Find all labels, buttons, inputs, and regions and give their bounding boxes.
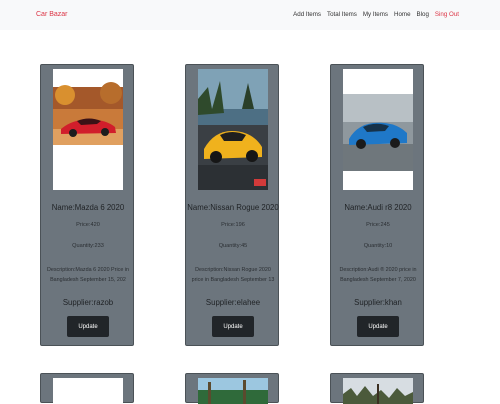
blue-sports-car-image — [343, 69, 413, 190]
car-price: Price:245 — [366, 222, 390, 228]
car-name: Name:Nissan Rogue 2020 — [187, 203, 279, 212]
landscape-image — [343, 378, 413, 404]
car-image-mazda — [53, 69, 123, 190]
item-card — [40, 373, 134, 404]
item-card — [185, 373, 279, 404]
car-price: Price:420 — [76, 222, 100, 228]
car-price: Price:196 — [221, 222, 245, 228]
item-card: Name:Nissan Rogue 2020 Price:196 Quantit… — [185, 64, 279, 346]
car-supplier: Supplier:khan — [354, 298, 402, 307]
update-button[interactable]: Update — [357, 316, 399, 337]
item-card: Name:Mazda 6 2020 Price:420 Quantity:233… — [40, 64, 134, 346]
car-name: Name:Mazda 6 2020 — [51, 203, 125, 212]
update-button[interactable]: Update — [212, 316, 254, 337]
car-quantity: Quantity:10 — [363, 243, 393, 249]
car-image-audi — [343, 69, 413, 190]
car-supplier: Supplier:elahee — [205, 298, 261, 307]
car-description: Description:Mazda 6 2020 Price in Bangla… — [46, 267, 130, 283]
palm-trees-image — [198, 378, 268, 404]
update-button[interactable]: Update — [67, 316, 109, 337]
car-image-partial — [343, 378, 413, 404]
car-quantity: Quantity:233 — [72, 243, 104, 249]
items-grid: Name:Mazda 6 2020 Price:420 Quantity:233… — [0, 0, 500, 404]
yellow-sports-car-image — [198, 69, 268, 190]
car-image-partial — [53, 378, 123, 404]
car-quantity: Quantity:45 — [218, 243, 248, 249]
car-description: Description:Audi ® 2020 price in Banglad… — [339, 267, 417, 283]
car-image-nissan — [198, 69, 268, 190]
item-card — [330, 373, 424, 404]
car-image-partial — [198, 378, 268, 404]
car-name: Name:Audi r8 2020 — [344, 203, 412, 212]
car-supplier: Supplier:razob — [62, 298, 114, 307]
item-card: Name:Audi r8 2020 Price:245 Quantity:10 … — [330, 64, 424, 346]
car-description: Description:Nissan Rogue 2020 price in B… — [191, 267, 275, 283]
red-sports-car-image — [53, 69, 123, 190]
